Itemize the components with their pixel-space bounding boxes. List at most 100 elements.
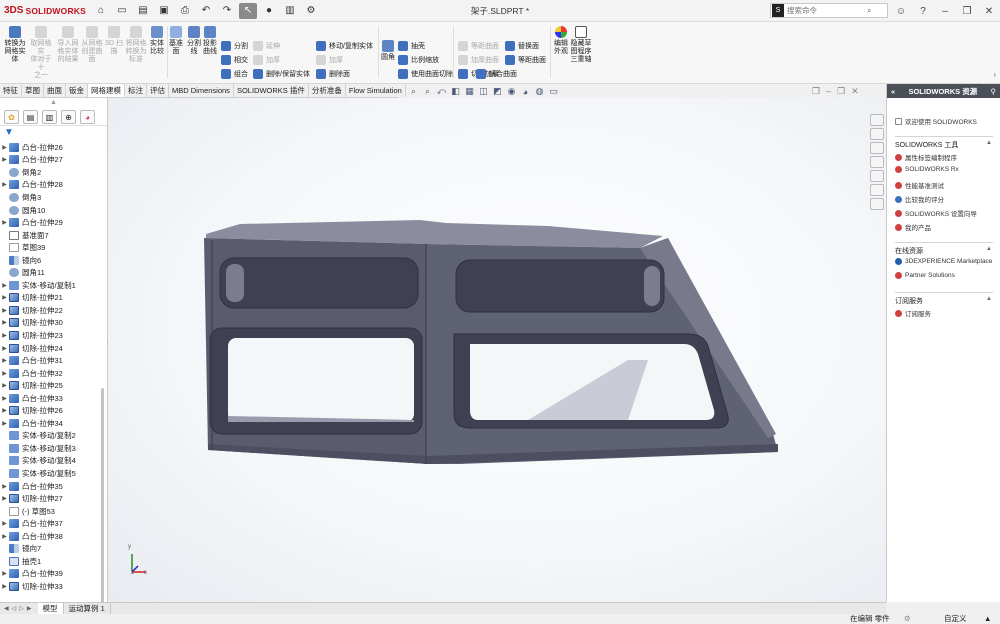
cut-with-surface-button[interactable]: 使用曲面切除 [398, 69, 453, 79]
fillet-button[interactable]: 圆角 [380, 40, 396, 62]
close-icon[interactable]: ✕ [978, 6, 1000, 17]
3d-scan-button[interactable]: 3D 扫 描 [104, 26, 124, 56]
online-link-1[interactable]: Partner Solutions [895, 272, 955, 279]
prev-tab-icon[interactable]: ◁ [12, 605, 17, 612]
tool-link-4[interactable]: SOLIDWORKS 设置向导 [895, 208, 977, 218]
online-link-0[interactable]: 3DEXPERIENCE Marketplace [895, 258, 992, 265]
tab-10[interactable]: Flow Simulation [346, 84, 406, 97]
view-close-icon[interactable]: ✕ [851, 86, 859, 97]
hide-show-items-icon[interactable]: ◉ [506, 86, 517, 97]
thicken-surface-button[interactable]: 加厚 [316, 55, 343, 65]
tree-item[interactable]: 倒角2 [0, 166, 100, 179]
tab-5[interactable]: 标注 [125, 84, 147, 97]
replace-face-button[interactable]: 替换面 [505, 41, 539, 51]
extend-button[interactable]: 延伸 [253, 41, 280, 51]
file-explorer-tab-icon[interactable] [870, 142, 884, 154]
delete-keep-body-button[interactable]: 删除/保留实体 [253, 69, 310, 79]
expand-arrow-icon[interactable]: ▶ [0, 294, 9, 301]
expand-arrow-icon[interactable]: ▶ [0, 420, 9, 427]
restore-icon[interactable]: ❐ [956, 6, 978, 17]
delete-face-button[interactable]: 删除面 [316, 69, 350, 79]
tab-0[interactable]: 特征 [0, 84, 22, 97]
redo-icon[interactable]: ↷ [218, 3, 236, 19]
tree-item[interactable]: ▶ 凸台-拉伸27 [0, 154, 100, 167]
tab-7[interactable]: MBD Dimensions [169, 84, 234, 97]
model-tab[interactable]: 模型 [37, 603, 64, 614]
design-library-tab-icon[interactable] [870, 128, 884, 140]
tree-item[interactable]: ▶ 凸台-拉伸38 [0, 530, 100, 543]
save-icon[interactable]: ▣ [155, 3, 173, 19]
offset-surface-button[interactable]: 等距曲面 [458, 41, 499, 51]
tree-item[interactable]: ▶ 凸台-拉伸29 [0, 216, 100, 229]
previous-view-icon[interactable]: ⤺ [436, 86, 447, 97]
view-settings-icon[interactable]: ▭ [548, 86, 559, 97]
view-orientation-icon[interactable]: ◫ [478, 86, 489, 97]
feature-manager-tab-icon[interactable]: ✿ [4, 110, 19, 124]
thicken-surface2-button[interactable]: 加厚曲面 [458, 55, 499, 65]
tab-9[interactable]: 分析准备 [309, 84, 346, 97]
split-button[interactable]: 分割 [221, 41, 248, 51]
tree-item[interactable]: ▶ 凸台-拉伸34 [0, 417, 100, 430]
section-view-icon[interactable]: ◧ [450, 86, 461, 97]
expand-arrow-icon[interactable]: ▶ [0, 219, 9, 226]
surface-from-mesh-button[interactable]: 从网格 创建曲 面 [80, 26, 104, 64]
graphics-area[interactable]: y x z [108, 98, 886, 602]
tree-item[interactable]: ▶ 切除-拉伸30 [0, 317, 100, 330]
tree-item[interactable]: ▶ 切除-拉伸33 [0, 580, 100, 593]
tree-item[interactable]: ▶ 凸台-拉伸32 [0, 367, 100, 380]
tree-item[interactable]: 抽壳1 [0, 555, 100, 568]
tree-item[interactable]: 实体-移动/复制2 [0, 430, 100, 443]
dimxpert-tab-icon[interactable]: ⊕ [61, 110, 76, 124]
part-model[interactable] [108, 98, 886, 602]
equidistant-surface-button[interactable]: 等距曲面 [505, 55, 546, 65]
welcome-link[interactable]: 欢迎使用 SOLIDWORKS [895, 116, 977, 126]
home-tab-icon[interactable] [870, 114, 884, 126]
tree-item[interactable]: 实体-移动/复制4 [0, 455, 100, 468]
solid-compare-button[interactable]: 实体 比较 [148, 26, 166, 56]
expand-arrow-icon[interactable]: ▶ [0, 570, 9, 577]
tree-item[interactable]: ▶ 实体-移动/复制1 [0, 279, 100, 292]
expand-arrow-icon[interactable]: ▶ [0, 319, 9, 326]
tab-3[interactable]: 钣金 [66, 84, 88, 97]
expand-arrow-icon[interactable]: ▶ [0, 483, 9, 490]
tab-2[interactable]: 曲面 [44, 84, 66, 97]
tool-link-5[interactable]: 我的产品 [895, 222, 931, 232]
expand-arrow-icon[interactable]: ▶ [0, 395, 9, 402]
tree-item[interactable]: 草图39 [0, 241, 100, 254]
tools-collapse-icon[interactable]: ▲ [986, 140, 992, 146]
magnifier-icon[interactable]: ⌕ [867, 6, 871, 16]
home-icon[interactable]: ⌂ [92, 3, 110, 19]
tab-6[interactable]: 评估 [147, 84, 169, 97]
tool-link-1[interactable]: SOLIDWORKS Rx [895, 166, 959, 173]
ribbon-collapse-icon[interactable]: › [993, 70, 996, 79]
expand-arrow-icon[interactable]: ▶ [0, 156, 9, 163]
tree-item[interactable]: ▶ 切除-拉伸27 [0, 492, 100, 505]
tree-item[interactable]: ▶ 切除-拉伸22 [0, 304, 100, 317]
tree-item[interactable]: 圆角10 [0, 204, 100, 217]
units-status[interactable]: 自定义 [944, 614, 967, 624]
scale-button[interactable]: 比例缩放 [398, 55, 439, 65]
tree-item[interactable]: ▶ 切除-拉伸21 [0, 292, 100, 305]
subscription-collapse-icon[interactable]: ▲ [986, 296, 992, 302]
new-document-icon[interactable]: ▭ [113, 3, 131, 19]
tree-item[interactable]: (-) 草图53 [0, 505, 100, 518]
expand-arrow-icon[interactable]: ▶ [0, 357, 9, 364]
expand-arrow-icon[interactable]: ▶ [0, 407, 9, 414]
online-collapse-icon[interactable]: ▲ [986, 246, 992, 252]
expand-arrow-icon[interactable]: ▶ [0, 307, 9, 314]
expand-arrow-icon[interactable]: ▶ [0, 345, 9, 352]
collapse-chevron-icon[interactable]: « [891, 87, 895, 96]
split-line-button[interactable]: 分割 线 [186, 26, 202, 56]
property-manager-tab-icon[interactable]: ▤ [23, 110, 38, 124]
dynamic-annotation-icon[interactable]: ▦ [464, 86, 475, 97]
import-mesh-button[interactable]: 导入网 格实体 的结果 [56, 26, 80, 64]
mesh-large-button[interactable]: 取网格实 体对于十 之一 [28, 26, 54, 80]
tree-item[interactable]: ▶ 凸台-拉伸37 [0, 517, 100, 530]
edit-appearance-button[interactable]: 编辑 外观 [552, 26, 570, 56]
tree-item[interactable]: ▶ 凸台-拉伸26 [0, 141, 100, 154]
tree-item[interactable]: ▶ 切除-拉伸25 [0, 379, 100, 392]
expand-arrow-icon[interactable]: ▶ [0, 533, 9, 540]
mesh-to-standard-button[interactable]: 将网格 转换为 标准 [124, 26, 148, 64]
tree-item[interactable]: ▶ 凸台-拉伸39 [0, 568, 100, 581]
project-curve-button[interactable]: 投影 曲线 [202, 26, 218, 56]
